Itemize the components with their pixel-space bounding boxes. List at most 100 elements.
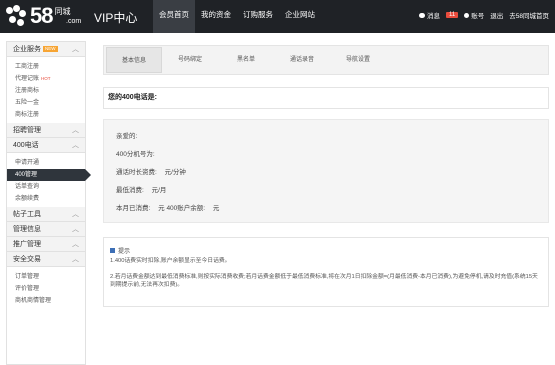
messages-link[interactable]: 消息 xyxy=(419,10,440,20)
sidebar-item-label: 400管理 xyxy=(15,172,38,178)
new-badge: NEW xyxy=(43,46,58,53)
sidebar-item[interactable]: 注册商标 xyxy=(7,85,85,97)
sidebar-item-label: 话单查询 xyxy=(15,184,40,190)
tip-line-2: 2.若月话费金额达到最低消费标准,则按实际消费收费;若月话费金额低于最低消费标准… xyxy=(110,274,538,288)
tips-box: 提示 1.400话费实时扣除,账户余额显示至今日话费。 2.若月话费金额达到最低… xyxy=(103,237,549,307)
nav-item-2[interactable]: 订购服务 xyxy=(237,0,279,33)
sidebar-group-title: 400电话 xyxy=(13,142,39,149)
sidebar-item[interactable]: 话单查询 xyxy=(7,181,85,193)
tab-bar: 基本信息 号码绑定 黑名单 通话录音 导航设置 xyxy=(103,45,549,75)
extension-number: 400分机号为: xyxy=(116,151,155,158)
hot-badge: HOT xyxy=(41,76,51,81)
tab-0[interactable]: 基本信息 xyxy=(106,47,162,73)
sidebar-sublist: 订单管理评价管理商机商情管理 xyxy=(7,267,85,309)
account-link[interactable]: 账号 xyxy=(464,10,484,20)
sidebar-group-title: 企业服务 xyxy=(13,46,41,53)
tab-4[interactable]: 导航设置 xyxy=(330,47,386,73)
sidebar-group-3[interactable]: 帖子工具 ︿ xyxy=(7,207,85,222)
nav-item-0[interactable]: 会员首页 xyxy=(153,0,195,33)
min-value: 元/月 xyxy=(151,187,167,194)
sidebar-item[interactable]: 申请开通 xyxy=(7,157,85,169)
sidebar-item[interactable]: 400管理 xyxy=(7,169,91,181)
sidebar-item[interactable]: 五险一金 xyxy=(7,97,85,109)
message-icon xyxy=(419,12,426,18)
rate-value: 元/分钟 xyxy=(164,169,186,176)
tips-title-row: 提示 xyxy=(110,246,540,255)
sidebar-item-label: 余额续费 xyxy=(15,196,40,202)
used-value: 元 xyxy=(158,205,165,212)
chevron-up-icon: ︿ xyxy=(72,241,79,248)
sidebar-item-label: 订单管理 xyxy=(15,274,40,280)
sidebar-item-label: 注册商标 xyxy=(15,88,40,94)
home-link[interactable]: 去58同城首页 xyxy=(509,10,549,20)
top-right-tools: 消息 11 账号 退出 去58同城首页 xyxy=(419,0,549,29)
logo-domain: .com xyxy=(66,18,82,25)
messages-label: 消息 xyxy=(427,12,441,20)
tab-1[interactable]: 号码绑定 xyxy=(162,47,218,73)
sidebar-group-title: 帖子工具 xyxy=(13,211,41,218)
greeting: 亲爱的: xyxy=(116,133,138,140)
sidebar-item-label: 评价管理 xyxy=(15,286,40,292)
nav-item-3[interactable]: 企业网站 xyxy=(279,0,321,33)
sidebar-item[interactable]: 商标注册 xyxy=(7,109,85,121)
vip-title: VIP中心 xyxy=(94,11,138,25)
chevron-up-icon: ︿ xyxy=(72,46,79,53)
balance-value: 元 xyxy=(212,205,220,212)
chevron-up-icon: ︿ xyxy=(72,127,79,134)
logo-number: 58 xyxy=(30,3,54,28)
sidebar-group-title: 安全交易 xyxy=(13,256,41,263)
chevron-up-icon: ︿ xyxy=(72,226,79,233)
tab-2[interactable]: 黑名单 xyxy=(218,47,274,73)
used-row: 本月已消费: 元 400账户余额: 元 xyxy=(116,200,548,218)
top-nav: 会员首页 我的资金 订购服务 企业网站 xyxy=(153,0,321,33)
top-header: 58 同城 .com VIP中心 会员首页 我的资金 订购服务 企业网站 消息 11 … xyxy=(0,0,555,33)
sidebar-item[interactable]: 商机商情管理 xyxy=(7,295,85,307)
sidebar-group-1[interactable]: 招聘管理 ︿ xyxy=(7,123,85,138)
sidebar-item[interactable]: 评价管理 xyxy=(7,283,85,295)
user-icon xyxy=(464,12,470,18)
balance-label: 400账户余额: xyxy=(166,205,206,212)
phone-number-box: 您的400电话是: xyxy=(103,87,549,109)
used-label: 本月已消费: xyxy=(116,205,151,212)
min-label: 最低消费: xyxy=(116,187,144,194)
chevron-up-icon: ︿ xyxy=(72,142,79,149)
account-info-box: 亲爱的: 400分机号为: 通话时长资费: 元/分钟 最低消费: 元/月 本月已… xyxy=(103,119,549,223)
sidebar-item-label: 商标注册 xyxy=(15,112,40,118)
sidebar-group-5[interactable]: 推广管理 ︿ xyxy=(7,237,85,252)
sidebar-group-6[interactable]: 安全交易 ︿ xyxy=(7,252,85,267)
sidebar-group-title: 招聘管理 xyxy=(13,127,41,134)
sidebar-item-label: 申请开通 xyxy=(15,160,40,166)
site-logo[interactable]: 58 同城 xyxy=(6,2,70,30)
messages-count-badge: 11 xyxy=(446,11,459,18)
sidebar-item-label: 商机商情管理 xyxy=(15,298,52,304)
rate-label: 通话时长资费: xyxy=(116,169,157,176)
sidebar-item-label: 工商注册 xyxy=(15,64,40,70)
sidebar-item[interactable]: 工商注册 xyxy=(7,61,85,73)
sidebar-group-title: 推广管理 xyxy=(13,241,41,248)
nav-item-1[interactable]: 我的资金 xyxy=(195,0,237,33)
sidebar-group-0[interactable]: 企业服务 NEW ︿ xyxy=(7,42,85,57)
sidebar: 企业服务 NEW ︿ 工商注册 代理记账 HOT 注册商标 五险一金 商标注册 招聘管理 ︿ 400电… xyxy=(6,41,91,365)
main-content: 基本信息 号码绑定 黑名单 通话录音 导航设置 您的400电话是: 亲爱的: 400分机… xyxy=(103,45,549,307)
sidebar-group-2[interactable]: 400电话 ︿ xyxy=(7,138,85,153)
logo-mark-icon xyxy=(6,5,28,27)
tip-line-1: 1.400话费实时扣除,账户余额显示至今日话费。 xyxy=(110,258,231,264)
logout-link[interactable]: 退出 xyxy=(490,10,503,20)
rate-row: 通话时长资费: 元/分钟 xyxy=(116,164,548,182)
tips-title: 提示 xyxy=(118,249,131,255)
sidebar-item-label: 五险一金 xyxy=(15,100,40,106)
chevron-up-icon: ︿ xyxy=(72,211,79,218)
sidebar-group-title: 管理信息 xyxy=(13,226,41,233)
sidebar-sublist: 工商注册代理记账 HOT 注册商标五险一金商标注册 xyxy=(7,57,85,123)
sidebar-item[interactable]: 代理记账 HOT xyxy=(7,73,85,85)
logo-sub: 同城 xyxy=(54,7,71,16)
sidebar-item[interactable]: 订单管理 xyxy=(7,271,85,283)
sidebar-group-4[interactable]: 管理信息 ︿ xyxy=(7,222,85,237)
sidebar-sublist: 申请开通 400管理话单查询余额续费 xyxy=(7,153,91,207)
chevron-up-icon: ︿ xyxy=(72,256,79,263)
phone-label: 您的400电话是: xyxy=(108,94,158,101)
sidebar-item[interactable]: 余额续费 xyxy=(7,193,85,205)
sidebar-item-label: 代理记账 xyxy=(15,76,40,82)
tab-3[interactable]: 通话录音 xyxy=(274,47,330,73)
info-icon xyxy=(110,248,115,253)
